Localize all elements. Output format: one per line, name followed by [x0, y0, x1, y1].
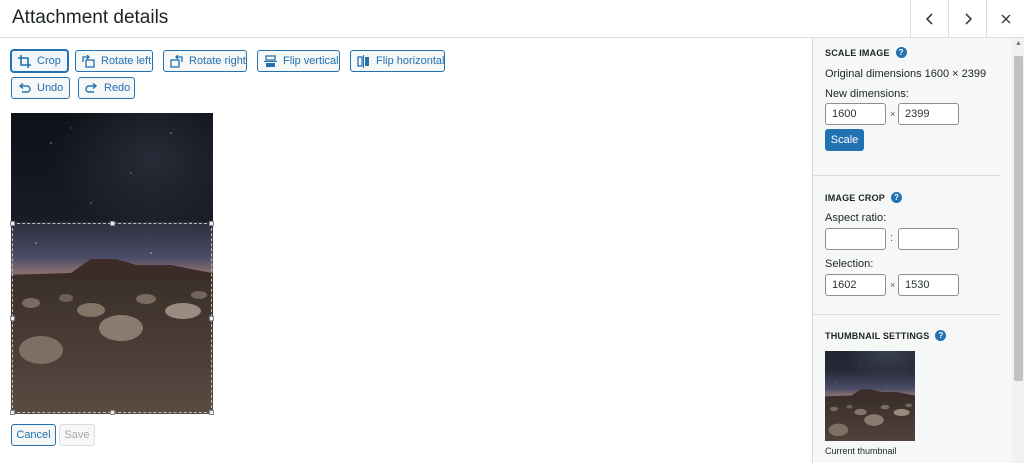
aspect-ratio-label: Aspect ratio: [825, 212, 887, 224]
close-icon [1000, 13, 1011, 24]
chevron-left-icon [925, 12, 933, 25]
selection-width-input[interactable]: 1602 [825, 274, 886, 296]
crop-handle-sw[interactable] [10, 410, 15, 415]
modal-header: Attachment details [0, 0, 1024, 38]
flip-vertical-icon [264, 54, 277, 67]
scrollbar-thumb[interactable] [1014, 56, 1023, 381]
crop-handle-s[interactable] [110, 410, 115, 415]
crop-icon [18, 54, 31, 68]
page-title: Attachment details [12, 7, 169, 28]
undo-button[interactable]: Undo [11, 77, 70, 99]
settings-sidebar: Scale Image ? Original dimensions 1600 ×… [812, 38, 1012, 463]
help-icon[interactable]: ? [895, 47, 907, 58]
scale-image-title: Scale Image [825, 47, 890, 58]
times-sign: × [890, 280, 896, 290]
help-icon[interactable]: ? [891, 192, 903, 203]
aspect-ratio-width-input[interactable] [825, 228, 886, 250]
crop-handle-n[interactable] [110, 221, 115, 226]
undo-label: Undo [37, 82, 64, 94]
selection-label: Selection: [825, 258, 874, 270]
flip-horizontal-label: Flip horizontal [376, 55, 445, 67]
rotate-right-button[interactable]: Rotate right [163, 50, 247, 72]
image-editor: Crop Rotate left Rotate right Flip verti… [0, 38, 812, 463]
crop-handle-e[interactable] [209, 316, 214, 321]
image-crop-heading: Image Crop ? [825, 192, 903, 203]
flip-horizontal-icon [357, 54, 369, 68]
rotate-left-label: Rotate left [101, 55, 152, 67]
previous-button[interactable] [910, 0, 948, 37]
crop-handle-w[interactable] [10, 316, 15, 321]
divider [813, 314, 1001, 315]
redo-icon [85, 82, 98, 93]
crop-handle-nw[interactable] [10, 221, 15, 226]
scale-image-heading: Scale Image ? [825, 47, 907, 58]
crop-button[interactable]: Crop [11, 50, 68, 72]
save-button[interactable]: Save [59, 424, 95, 446]
close-button[interactable] [986, 0, 1024, 37]
new-dimensions-label: New dimensions: [825, 88, 909, 100]
original-dimensions: Original dimensions 1600 × 2399 [825, 68, 987, 80]
scale-button[interactable]: Scale [825, 129, 864, 151]
scroll-up-arrow[interactable]: ▲ [1014, 40, 1023, 50]
next-button[interactable] [948, 0, 986, 37]
crop-handle-ne[interactable] [209, 221, 214, 226]
undo-icon [18, 82, 31, 93]
redo-label: Redo [104, 82, 131, 94]
crop-label: Crop [37, 55, 61, 67]
divider [813, 175, 1001, 176]
rotate-left-icon [82, 54, 95, 68]
flip-horizontal-button[interactable]: Flip horizontal [350, 50, 445, 72]
aspect-ratio-height-input[interactable] [898, 228, 959, 250]
crop-handle-se[interactable] [209, 410, 214, 415]
redo-button[interactable]: Redo [78, 77, 135, 99]
image-crop-title: Image Crop [825, 192, 886, 203]
crop-outside-overlay [11, 113, 213, 222]
thumbnail-settings-title: Thumbnail Settings [825, 330, 930, 341]
selection-height-input[interactable]: 1530 [898, 274, 959, 296]
current-thumbnail-image [825, 351, 915, 441]
rotate-right-icon [170, 54, 183, 68]
chevron-right-icon [964, 12, 972, 25]
help-icon[interactable]: ? [935, 330, 947, 341]
times-sign: × [890, 109, 896, 119]
crop-selection[interactable] [10, 221, 214, 415]
rotate-left-button[interactable]: Rotate left [75, 50, 153, 72]
scale-height-input[interactable]: 2399 [898, 103, 959, 125]
current-thumbnail-caption: Current thumbnail [825, 446, 897, 456]
flip-vertical-button[interactable]: Flip vertical [257, 50, 340, 72]
flip-vertical-label: Flip vertical [283, 55, 339, 67]
thumbnail-settings-heading: Thumbnail Settings ? [825, 330, 947, 341]
rotate-right-label: Rotate right [189, 55, 246, 67]
scale-width-input[interactable]: 1600 [825, 103, 886, 125]
colon-sign: : [890, 232, 894, 244]
cancel-button[interactable]: Cancel [11, 424, 56, 446]
